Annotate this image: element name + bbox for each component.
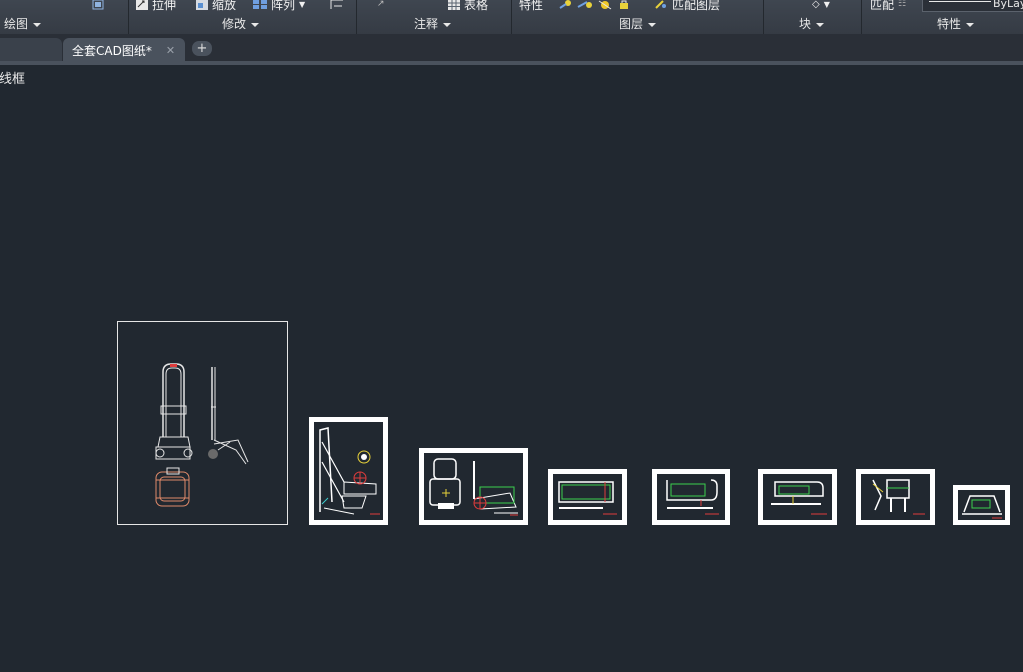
drawing-sheet-3[interactable] — [419, 448, 528, 525]
layer-freeze-icon[interactable] — [597, 0, 613, 10]
sheet-7-drawing — [872, 479, 925, 515]
layer-off-icon[interactable] — [559, 0, 573, 10]
array-icon — [253, 0, 267, 9]
stretch-label: 拉伸 — [152, 0, 177, 12]
panel-layers[interactable]: 图层 — [619, 16, 657, 33]
sheet-3-drawing — [429, 458, 518, 516]
panel-layers-label: 图层 — [619, 17, 644, 31]
sheet-5-drawing — [666, 479, 719, 515]
stretch-button[interactable]: 拉伸 — [136, 0, 177, 12]
tab-drawing-label: 全套CAD图纸* — [72, 43, 152, 58]
scale-icon — [196, 0, 208, 10]
sheet-8-drawing — [962, 495, 1002, 519]
drawing-sheet-7[interactable] — [856, 469, 935, 525]
sheet-7-viewport — [861, 474, 930, 520]
drawing-frame-hand-truck[interactable] — [117, 321, 288, 525]
sheet-6-viewport — [763, 474, 832, 520]
drawing-sheet-5[interactable] — [652, 469, 730, 525]
panel-draw[interactable]: 绘图 — [4, 16, 42, 33]
insert-block-dropdown-icon[interactable]: ▼ — [824, 0, 830, 9]
sheet-2-viewport — [314, 422, 383, 520]
match-properties-button[interactable]: 匹配 ☷ — [870, 0, 907, 12]
drawing-sheet-6[interactable] — [758, 469, 837, 525]
panel-properties-label: 特性 — [937, 17, 962, 31]
insert-block-tool[interactable]: ◇ ▼ — [812, 0, 830, 11]
drawing-sheet-4[interactable] — [548, 469, 627, 525]
chevron-down-icon — [966, 22, 975, 27]
leader-icon: ↗ — [377, 0, 385, 9]
drawing-sheet-2[interactable] — [309, 417, 388, 525]
new-tab-button[interactable]: + — [192, 41, 212, 56]
ribbon: 拉伸 缩放 阵列 ▼ ↗ 表格 特性 匹配图层 ◇ ▼ 匹配 ☷ ByLa 绘图… — [0, 0, 1023, 35]
extents-tool[interactable] — [92, 0, 104, 11]
panel-draw-label: 绘图 — [4, 17, 29, 31]
bylayer-line — [929, 1, 991, 2]
sheet-4-drawing — [558, 481, 617, 515]
panel-annotate-label: 注释 — [414, 17, 439, 31]
panel-modify[interactable]: 修改 — [222, 16, 260, 33]
visual-style-label[interactable]: 线框 — [0, 68, 25, 87]
match-properties-label: 匹配 — [870, 0, 895, 12]
sheet-6-drawing — [771, 481, 827, 515]
match-layer-icon — [655, 0, 666, 9]
sheet-8-viewport — [958, 490, 1005, 520]
chevron-down-icon — [251, 22, 260, 27]
panel-annotate[interactable]: 注释 — [414, 16, 452, 33]
panel-block-label: 块 — [799, 17, 812, 31]
file-tab-bar: 全套CAD图纸* ✕ — [0, 34, 1023, 62]
panel-modify-label: 修改 — [222, 17, 247, 31]
hand-truck-drawing — [155, 363, 249, 507]
color-selector[interactable]: ByLay — [922, 0, 1023, 12]
sheet-5-viewport — [657, 474, 725, 520]
drawing-sheet-8[interactable] — [953, 485, 1010, 525]
table-button[interactable]: 表格 — [448, 0, 489, 12]
insert-block-icon: ◇ — [812, 0, 820, 10]
sheet-2-drawing — [319, 427, 380, 515]
panel-block[interactable]: 块 — [799, 16, 825, 33]
sheet-4-viewport — [553, 474, 622, 520]
chevron-down-icon — [443, 22, 452, 27]
tab-drawing[interactable]: 全套CAD图纸* ✕ — [63, 38, 185, 62]
stretch-icon — [136, 0, 148, 10]
table-label: 表格 — [464, 0, 489, 12]
bylayer-value: ByLay — [993, 0, 1023, 10]
leader-tool[interactable]: ↗ — [377, 0, 385, 11]
layer-lock-icon[interactable] — [617, 0, 631, 10]
extents-icon — [92, 0, 104, 9]
tab-previous[interactable] — [0, 38, 62, 62]
table-icon — [448, 0, 460, 10]
tab-underline — [0, 61, 1023, 65]
panel-properties[interactable]: 特性 — [937, 16, 975, 33]
panel-separator — [763, 0, 764, 34]
layer-isolate-icon[interactable] — [577, 0, 593, 10]
panel-separator — [511, 0, 512, 34]
chevron-down-icon — [648, 22, 657, 27]
panel-separator — [128, 0, 129, 34]
array-button[interactable]: 阵列 ▼ — [253, 0, 305, 12]
chevron-down-icon — [816, 22, 825, 27]
edit-polyline-tool[interactable] — [330, 0, 344, 11]
match-layer-button[interactable]: 匹配图层 — [654, 0, 721, 12]
chevron-down-icon — [33, 22, 42, 27]
sheet-3-viewport — [424, 453, 523, 520]
panel-separator — [356, 0, 357, 34]
scale-button[interactable]: 缩放 — [196, 0, 237, 12]
layer-tools[interactable] — [559, 0, 631, 11]
edit-polyline-icon — [330, 0, 343, 9]
scale-label: 缩放 — [212, 0, 237, 12]
close-icon[interactable]: ✕ — [166, 44, 175, 57]
layer-properties-label: 特性 — [519, 0, 544, 12]
layer-properties-button[interactable]: 特性 — [519, 0, 544, 12]
array-label: 阵列 — [271, 0, 296, 12]
match-layer-label: 匹配图层 — [672, 0, 721, 12]
panel-separator — [861, 0, 862, 34]
array-dropdown-icon[interactable]: ▼ — [299, 0, 305, 9]
linetype-icon: ☷ — [898, 0, 907, 9]
